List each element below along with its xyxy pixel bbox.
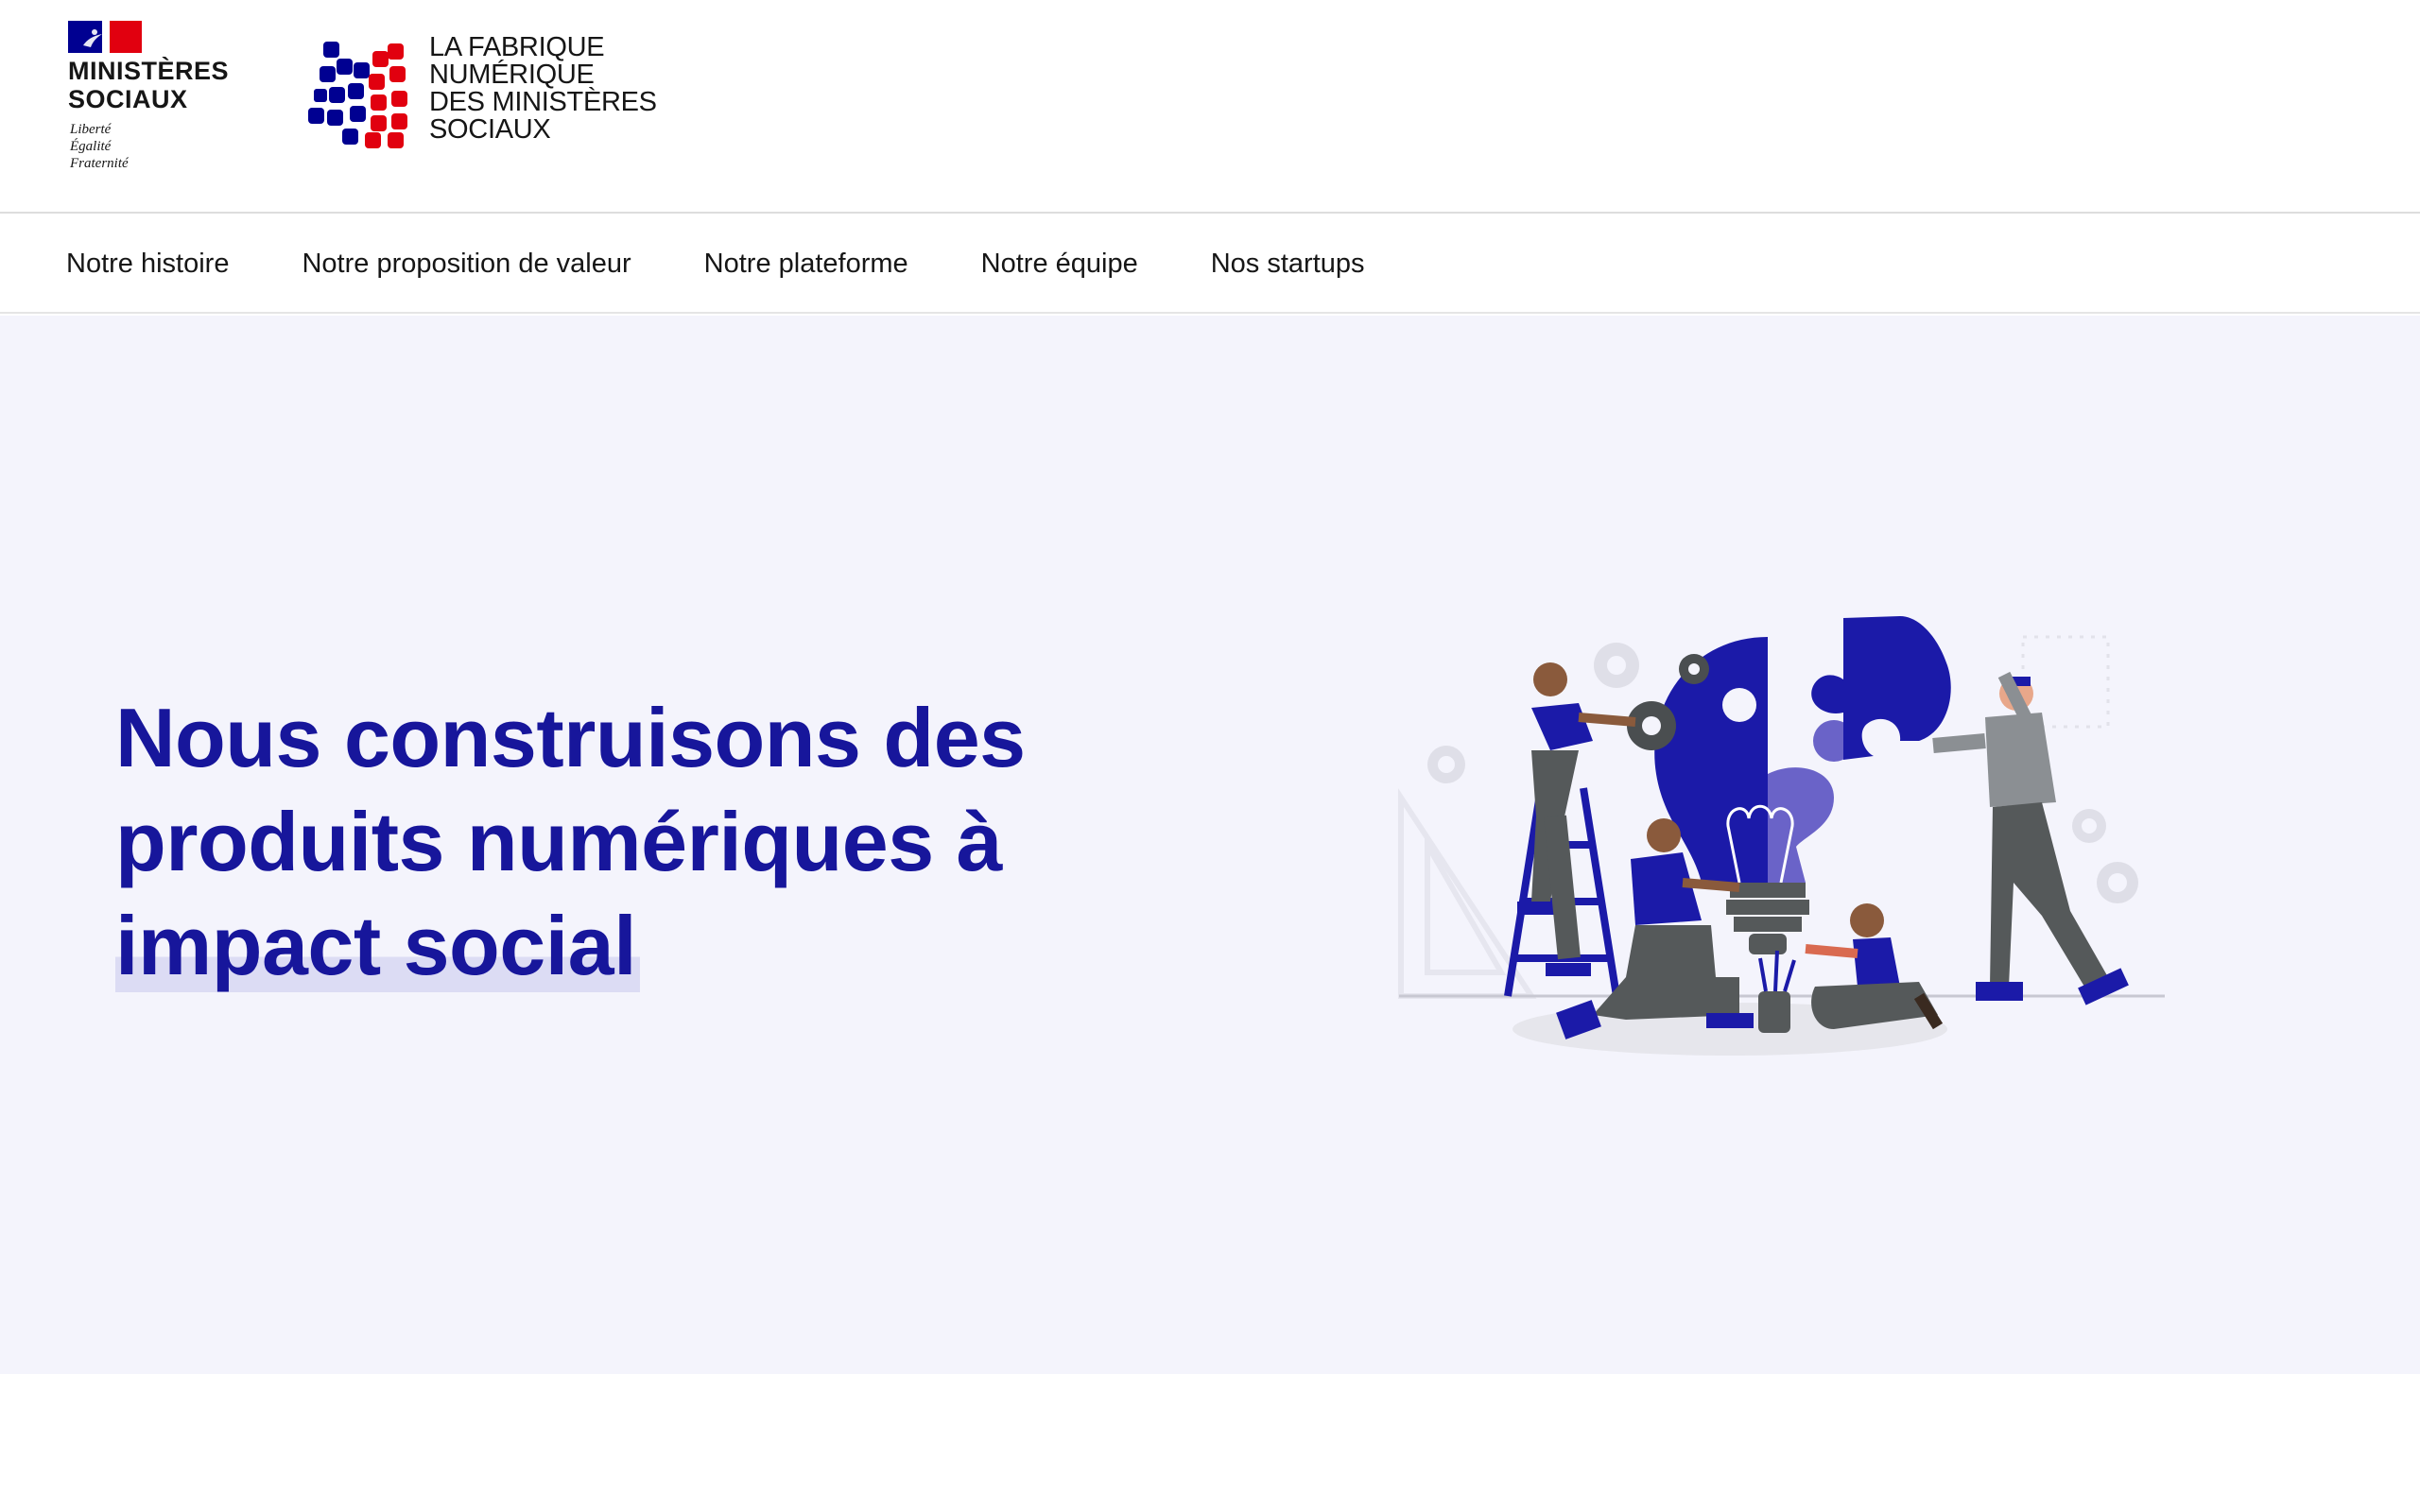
site-header: MINISTÈRES SOCIAUX Liberté Égalité Frate… [0, 0, 2420, 214]
nav-item-notre-equipe[interactable]: Notre équipe [981, 249, 1138, 280]
nav-item-proposition-de-valeur[interactable]: Notre proposition de valeur [302, 249, 631, 280]
hero-title-line: produits numériques à [115, 795, 1003, 888]
nav-item-nos-startups[interactable]: Nos startups [1211, 249, 1365, 280]
hero-section: Nous construisons des produits numérique… [0, 316, 2420, 1374]
nav-item-notre-histoire[interactable]: Notre histoire [66, 249, 229, 280]
main-navigation: Notre histoire Notre proposition de vale… [0, 215, 2420, 314]
republic-motto: Liberté Égalité Fraternité [70, 122, 129, 171]
fabrique-logo-text: LA FABRIQUE NUMÉRIQUE DES MINISTÈRES SOC… [429, 32, 657, 145]
ministeres-sociaux-logo[interactable]: MINISTÈRES SOCIAUX Liberté Égalité Frate… [57, 13, 246, 174]
nav-item-notre-plateforme[interactable]: Notre plateforme [704, 249, 908, 280]
next-section [0, 1374, 2420, 1512]
marianne-flag-icon [68, 21, 142, 53]
fabrique-pixel-mark-icon [308, 42, 407, 148]
hero-title-line: Nous construisons des [115, 691, 1026, 784]
hero-title: Nous construisons des produits numérique… [115, 686, 1155, 998]
fabrique-numerique-logo[interactable]: LA FABRIQUE NUMÉRIQUE DES MINISTÈRES SOC… [308, 28, 686, 161]
hero-title-highlight: impact social [115, 899, 641, 992]
team-building-illustration-icon [1398, 616, 2165, 1056]
ministry-name: MINISTÈRES SOCIAUX [68, 57, 230, 113]
